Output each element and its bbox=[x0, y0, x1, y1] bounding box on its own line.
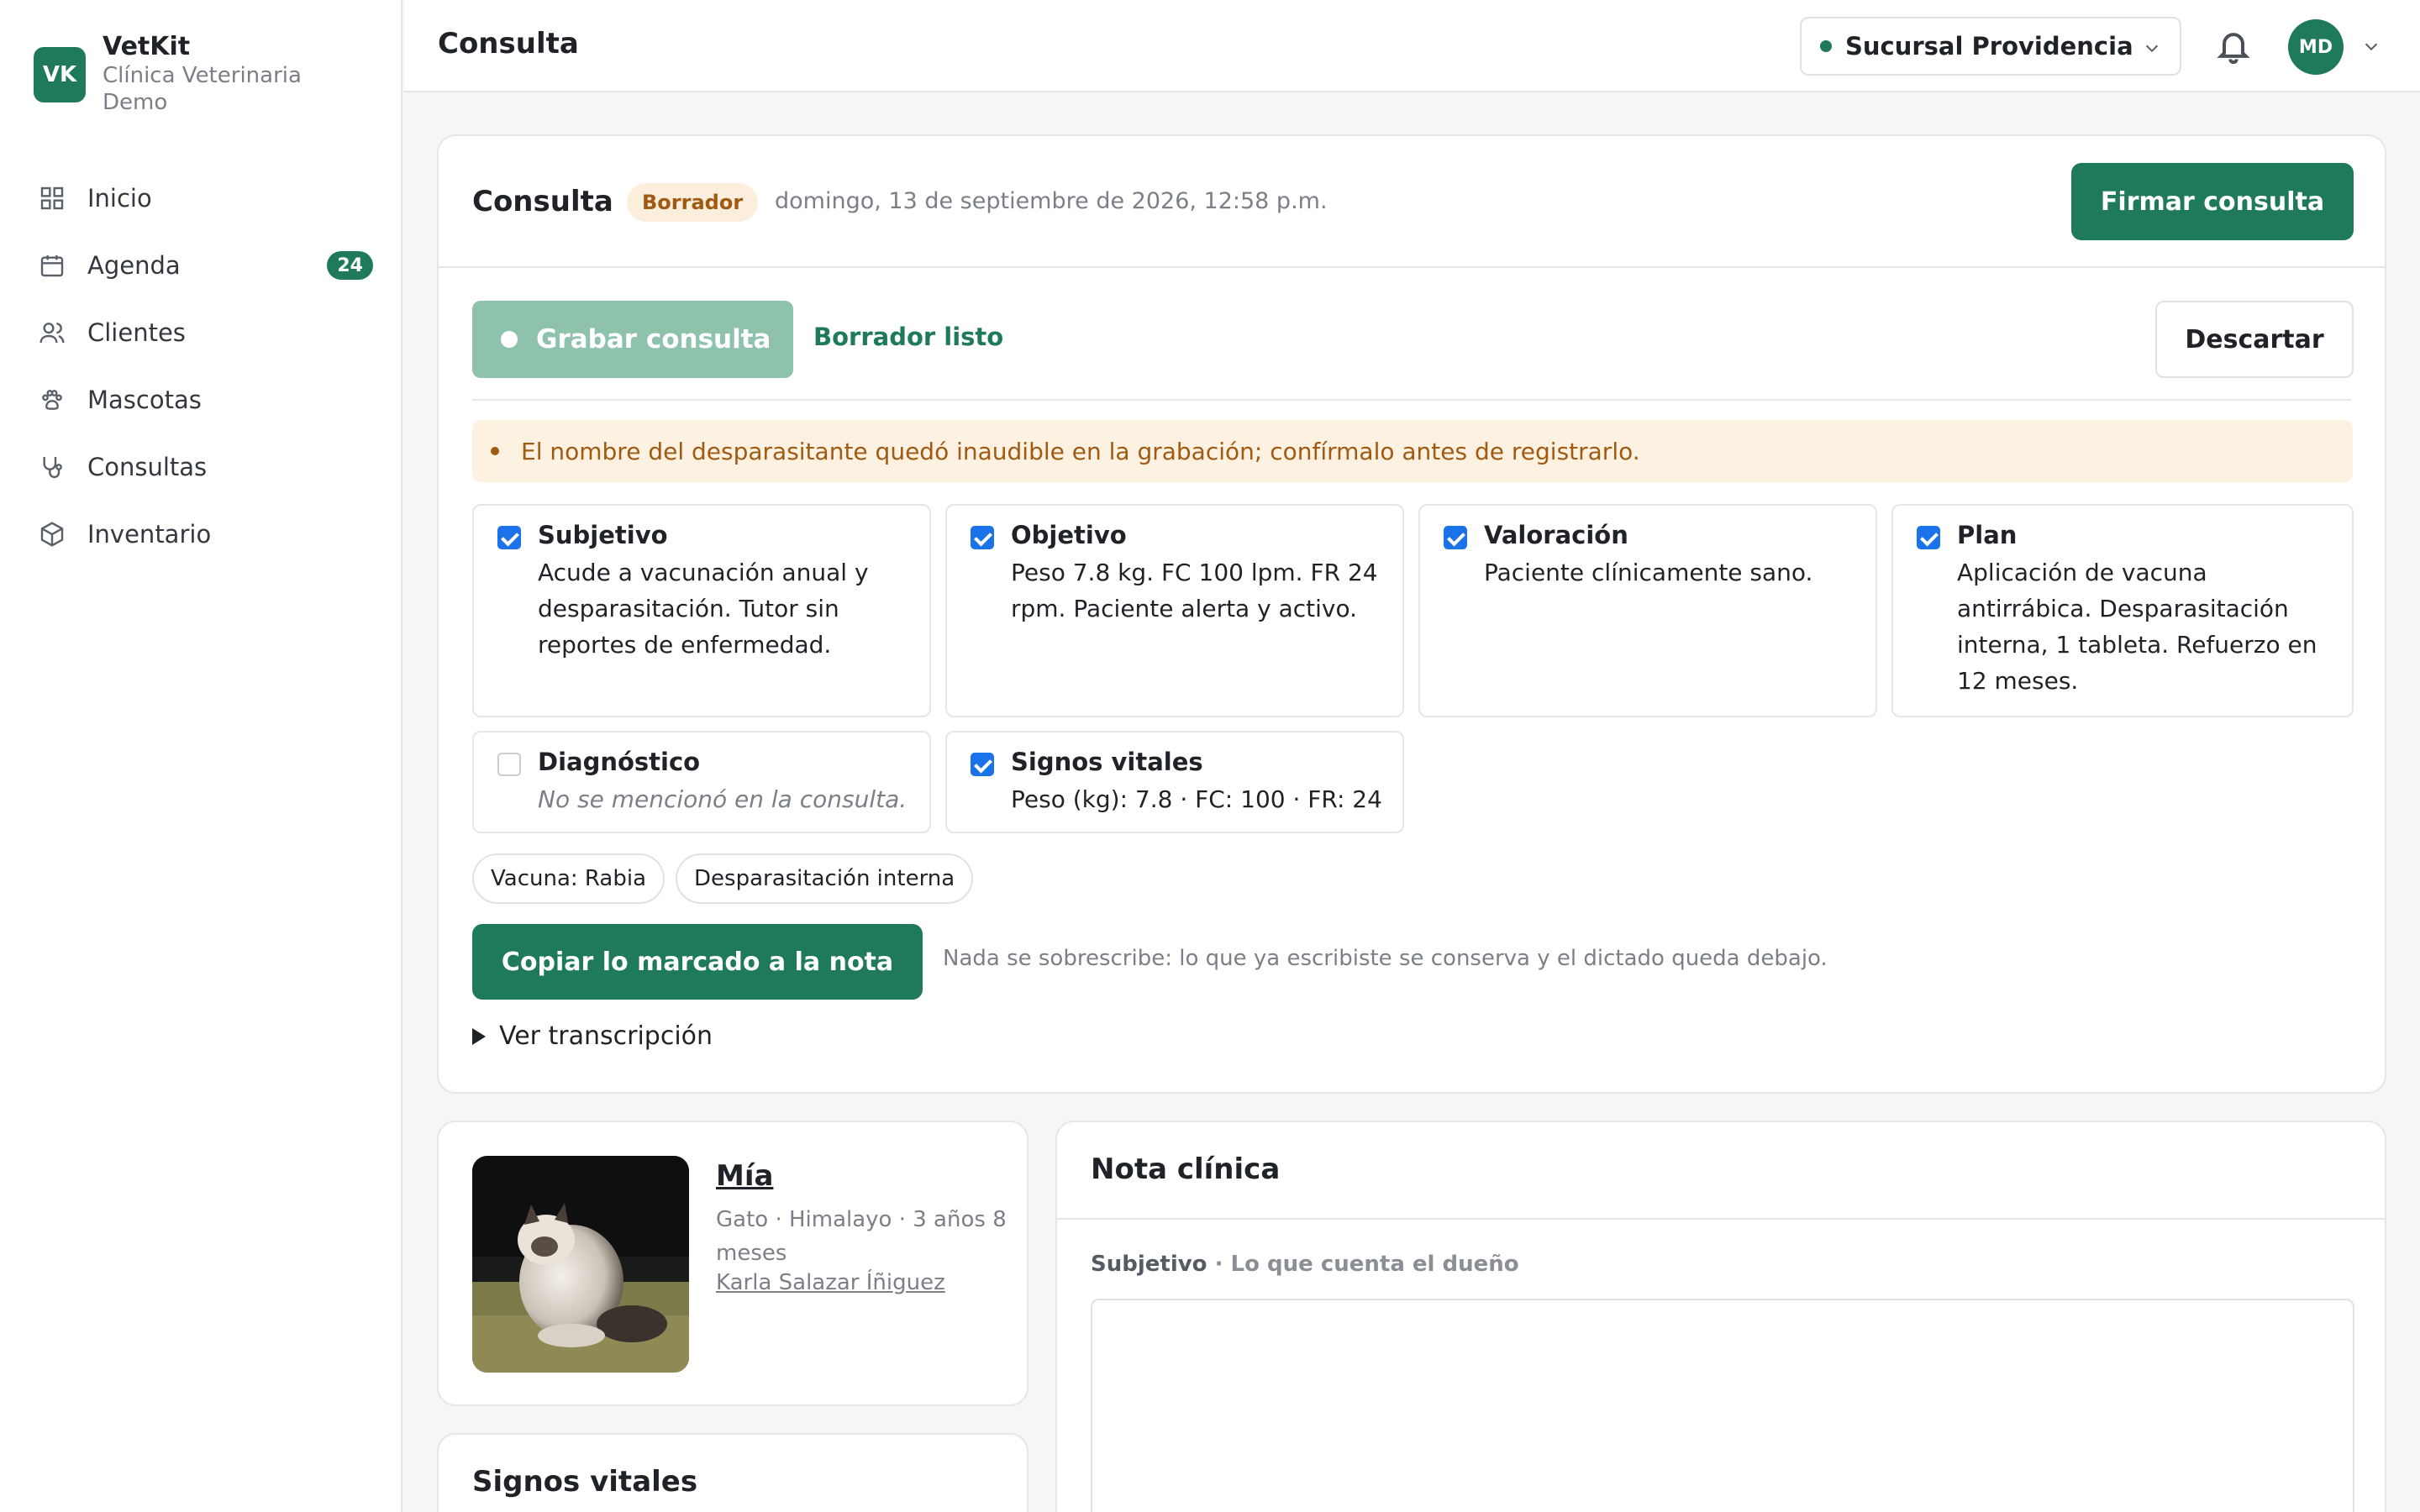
section-checkbox[interactable] bbox=[971, 526, 994, 549]
sidebar-item-label: Inventario bbox=[87, 520, 212, 549]
record-button-label: Grabar consulta bbox=[536, 324, 771, 354]
pet-meta: Gato · Himalayo · 3 años 8 meses bbox=[716, 1207, 1007, 1266]
sidebar-item-label: Consultas bbox=[87, 453, 208, 481]
warning-text: El nombre del desparasitante quedó inaud… bbox=[521, 437, 1640, 465]
section-diagnostico: Diagnóstico No se mencionó en la consult… bbox=[472, 731, 931, 833]
chevron-down-icon bbox=[2145, 45, 2159, 53]
section-title: Valoración bbox=[1484, 521, 1628, 549]
consulta-date: domingo, 13 de septiembre de 2026, 12:58… bbox=[775, 188, 1328, 214]
transcript-toggle-label: Ver transcripción bbox=[499, 1021, 713, 1051]
users-icon bbox=[39, 323, 65, 344]
consulta-card: Consulta Borrador domingo, 13 de septiem… bbox=[437, 134, 2386, 1094]
section-body: Paciente clínicamente sano. bbox=[1484, 559, 1813, 586]
section-valoracion: Valoración Paciente clínicamente sano. bbox=[1418, 504, 1877, 717]
warning-banner: El nombre del desparasitante quedó inaud… bbox=[472, 420, 2353, 482]
pet-owner-link[interactable]: Karla Salazar Íñiguez bbox=[716, 1270, 945, 1295]
section-checkbox[interactable] bbox=[1444, 526, 1467, 549]
branch-selector[interactable]: Sucursal Providencia bbox=[1800, 17, 2181, 76]
vitals-card: Signos vitales bbox=[437, 1433, 1028, 1512]
divider bbox=[472, 399, 2351, 401]
calendar-icon bbox=[40, 255, 64, 277]
stethoscope-icon bbox=[43, 457, 62, 479]
record-consulta-button[interactable]: Grabar consulta bbox=[472, 301, 793, 378]
paw-icon bbox=[42, 390, 62, 410]
transcript-toggle[interactable]: Ver transcripción bbox=[472, 1021, 713, 1051]
sidebar-item-consultas[interactable]: Consultas bbox=[24, 433, 376, 501]
section-checkbox[interactable] bbox=[497, 526, 521, 549]
sidebar-item-label: Inicio bbox=[87, 184, 152, 213]
sidebar-item-inicio[interactable]: Inicio bbox=[24, 165, 376, 232]
section-objetivo: Objetivo Peso 7.8 kg. FC 100 lpm. FR 24 … bbox=[945, 504, 1404, 717]
sidebar-item-agenda[interactable]: Agenda 24 bbox=[24, 232, 376, 299]
sidebar-item-inventario[interactable]: Inventario bbox=[24, 501, 376, 568]
tag-chip[interactable]: Desparasitación interna bbox=[676, 853, 974, 904]
section-body: Peso (kg): 7.8 · FC: 100 · FR: 24 bbox=[1011, 785, 1382, 813]
section-signos-vitales: Signos vitales Peso (kg): 7.8 · FC: 100 … bbox=[945, 731, 1404, 833]
disclosure-triangle-icon bbox=[472, 1027, 486, 1045]
brand[interactable]: VK VetKit Clínica Veterinaria Demo bbox=[34, 32, 321, 116]
sidebar: VK VetKit Clínica Veterinaria Demo Inici… bbox=[0, 0, 402, 1512]
avatar[interactable]: MD bbox=[2288, 19, 2344, 75]
branch-status-dot bbox=[1820, 40, 1832, 52]
copy-to-note-button[interactable]: Copiar lo marcado a la nota bbox=[472, 924, 923, 1000]
tag-chip[interactable]: Vacuna: Rabia bbox=[472, 853, 665, 904]
field-label: Subjetivo bbox=[1091, 1252, 1207, 1277]
vitals-title: Signos vitales bbox=[472, 1465, 698, 1499]
clinical-note-title: Nota clínica bbox=[1091, 1152, 1281, 1186]
pet-name-link[interactable]: Mía bbox=[716, 1159, 773, 1193]
bell-icon[interactable] bbox=[2215, 27, 2252, 64]
section-title: Plan bbox=[1957, 521, 2018, 549]
section-title: Signos vitales bbox=[1011, 748, 1203, 776]
sign-consulta-button[interactable]: Firmar consulta bbox=[2071, 163, 2354, 240]
section-title: Subjetivo bbox=[538, 521, 668, 549]
section-checkbox[interactable] bbox=[971, 753, 994, 776]
chevron-down-icon[interactable] bbox=[2362, 37, 2381, 55]
field-hint: · Lo que cuenta el dueño bbox=[1214, 1252, 1519, 1277]
record-dot-icon bbox=[501, 331, 518, 348]
top-header: Consulta Sucursal Providencia MD bbox=[404, 0, 2420, 92]
box-icon bbox=[40, 522, 64, 547]
pet-photo bbox=[472, 1156, 689, 1373]
section-title: Diagnóstico bbox=[538, 748, 701, 776]
grid-icon bbox=[40, 186, 64, 210]
section-plan: Plan Aplicación de vacuna antirrábica. D… bbox=[1891, 504, 2354, 717]
brand-name: VetKit bbox=[103, 32, 191, 61]
section-checkbox[interactable] bbox=[1917, 526, 1940, 549]
section-body: Aplicación de vacuna antirrábica. Despar… bbox=[1957, 559, 2317, 695]
pet-card: Mía Gato · Himalayo · 3 años 8 meses Kar… bbox=[437, 1121, 1028, 1406]
clinical-note-header: Nota clínica bbox=[1057, 1122, 2385, 1220]
status-badge: Borrador bbox=[627, 183, 759, 222]
branch-name: Sucursal Providencia bbox=[1845, 32, 2133, 60]
section-title: Objetivo bbox=[1011, 521, 1127, 549]
section-body: Acude a vacunación anual y desparasitaci… bbox=[538, 559, 869, 659]
section-body: No se mencionó en la consulta. bbox=[538, 785, 908, 813]
agenda-count-badge: 24 bbox=[327, 251, 373, 280]
sidebar-item-mascotas[interactable]: Mascotas bbox=[24, 366, 376, 433]
sidebar-item-label: Mascotas bbox=[87, 386, 202, 414]
sidebar-nav: Inicio Agenda 24 Clientes Mascotas Consu… bbox=[24, 165, 376, 568]
section-checkbox[interactable] bbox=[497, 753, 521, 776]
section-subjetivo: Subjetivo Acude a vacunación anual y des… bbox=[472, 504, 931, 717]
sidebar-item-clientes[interactable]: Clientes bbox=[24, 299, 376, 366]
bullet-icon bbox=[491, 447, 499, 455]
draft-ready-status: Borrador listo bbox=[813, 323, 1004, 351]
sidebar-item-label: Clientes bbox=[87, 318, 186, 347]
brand-logo: VK bbox=[34, 47, 86, 102]
subjetivo-textarea[interactable] bbox=[1091, 1299, 2354, 1512]
clinical-note-card: Nota clínica Subjetivo · Lo que cuenta e… bbox=[1055, 1121, 2386, 1512]
consulta-card-header: Consulta Borrador domingo, 13 de septiem… bbox=[439, 136, 2385, 268]
subjetivo-field-label: Subjetivo · Lo que cuenta el dueño bbox=[1091, 1252, 1519, 1277]
section-body: Peso 7.8 kg. FC 100 lpm. FR 24 rpm. Paci… bbox=[1011, 559, 1378, 622]
copy-hint: Nada se sobrescribe: lo que ya escribist… bbox=[943, 946, 1828, 971]
page-title: Consulta bbox=[438, 27, 579, 60]
sidebar-item-label: Agenda bbox=[87, 251, 181, 280]
brand-subtitle: Clínica Veterinaria Demo bbox=[103, 63, 302, 115]
consulta-title: Consulta bbox=[472, 185, 613, 218]
discard-button[interactable]: Descartar bbox=[2155, 301, 2354, 378]
